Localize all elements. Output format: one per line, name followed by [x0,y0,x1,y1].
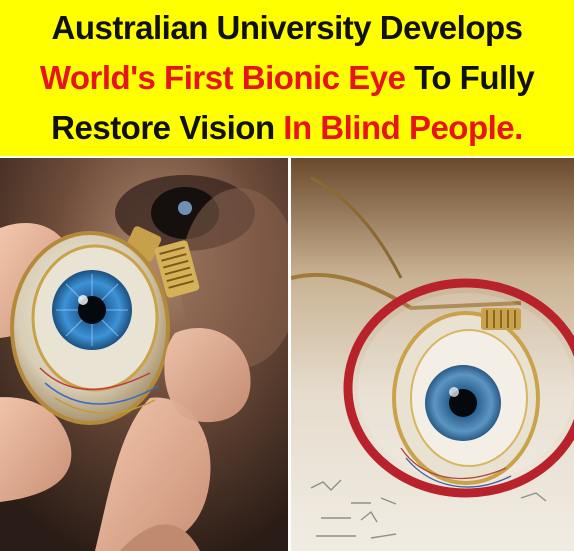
headline-highlight: In Blind People. [283,109,523,146]
bionic-eye-hand-illustration [0,158,288,551]
bionic-eye-glasses-illustration [291,158,574,551]
headline-text: To Fully [405,59,535,96]
photo-bionic-eye-behind-glasses [291,158,574,551]
headline-banner: Australian University Develops World's F… [0,0,574,156]
headline-line-2: World's First Bionic Eye To Fully [0,58,574,98]
headline-line-1: Australian University Develops [0,8,574,48]
headline-highlight: World's First Bionic Eye [39,59,406,96]
headline-line-3: Restore Vision In Blind People. [0,108,574,148]
photo-hand-holding-bionic-eye [0,158,288,551]
headline-text: Restore Vision [51,109,284,146]
headline-text: Australian University Develops [51,9,523,46]
